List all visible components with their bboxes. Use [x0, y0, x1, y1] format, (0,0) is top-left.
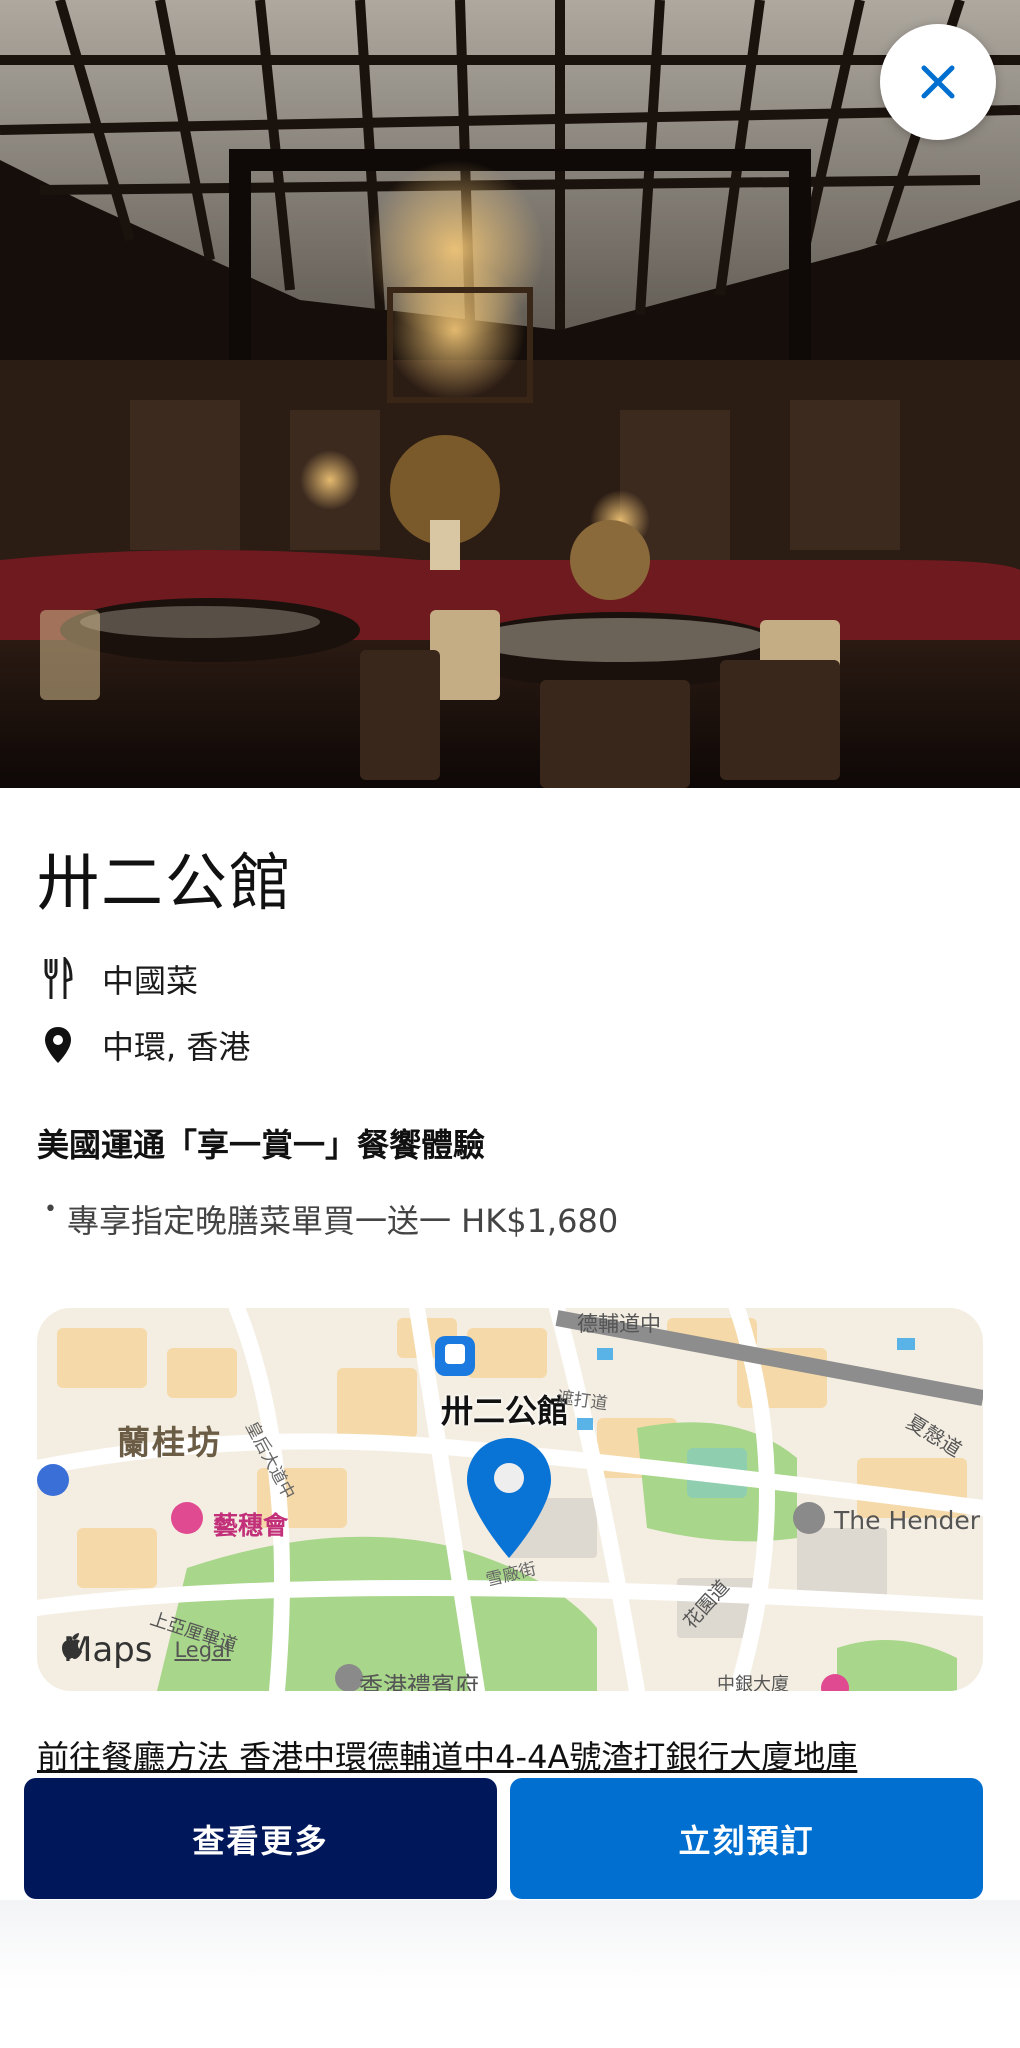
map-label-henderson: The Hender	[834, 1506, 980, 1535]
map-label-des-voeux-road: 德輔道中	[577, 1312, 661, 1336]
location-row: 中環, 香港	[40, 1020, 250, 1070]
location-map[interactable]: 蘭桂坊 藝穗會 卅二公館 The Hender 香港禮賓府 中銀大廈 皇后大道中…	[37, 1308, 983, 1691]
bottom-bar-shadow	[0, 1900, 1020, 1990]
directions-link[interactable]: 前往餐廳方法 香港中環德輔道中4-4A號渣打銀行大廈地庫	[37, 1732, 857, 1778]
view-more-button[interactable]: 查看更多	[24, 1778, 497, 1899]
map-attribution: Maps Legal	[59, 1630, 231, 1670]
hero-image	[0, 0, 1020, 788]
map-label-government-house: 香港禮賓府	[359, 1672, 479, 1691]
location-pin-icon	[40, 1022, 76, 1068]
map-label-lan-kwai-fong: 蘭桂坊	[117, 1423, 222, 1462]
map-label-yi-sui-wui: 藝穗會	[213, 1511, 289, 1540]
location-label: 中環, 香港	[102, 1028, 251, 1066]
restaurant-interior-illustration	[0, 0, 1020, 788]
offer-item: • 專享指定晚膳菜單買一送一 HK$1,680	[44, 1196, 618, 1242]
restaurant-name: 卅二公館	[37, 846, 294, 919]
cuisine-row: 中國菜	[40, 954, 198, 1004]
offer-title: 美國運通「享一賞一」餐饗體驗	[37, 1126, 486, 1164]
close-button[interactable]	[880, 24, 996, 140]
cuisine-label: 中國菜	[102, 962, 199, 1000]
bullet-icon: •	[44, 1197, 57, 1222]
offer-item-text: 專享指定晚膳菜單買一送一 HK$1,680	[66, 1202, 619, 1240]
map-label-restaurant: 卅二公館	[441, 1392, 570, 1430]
apple-logo-icon	[62, 1633, 82, 1659]
fork-knife-icon	[40, 956, 76, 1002]
close-icon	[921, 65, 955, 99]
map-legal-link[interactable]: Legal	[174, 1638, 230, 1662]
map-label-bank-of-china: 中銀大廈	[717, 1674, 789, 1691]
book-now-button[interactable]: 立刻預訂	[510, 1778, 983, 1899]
